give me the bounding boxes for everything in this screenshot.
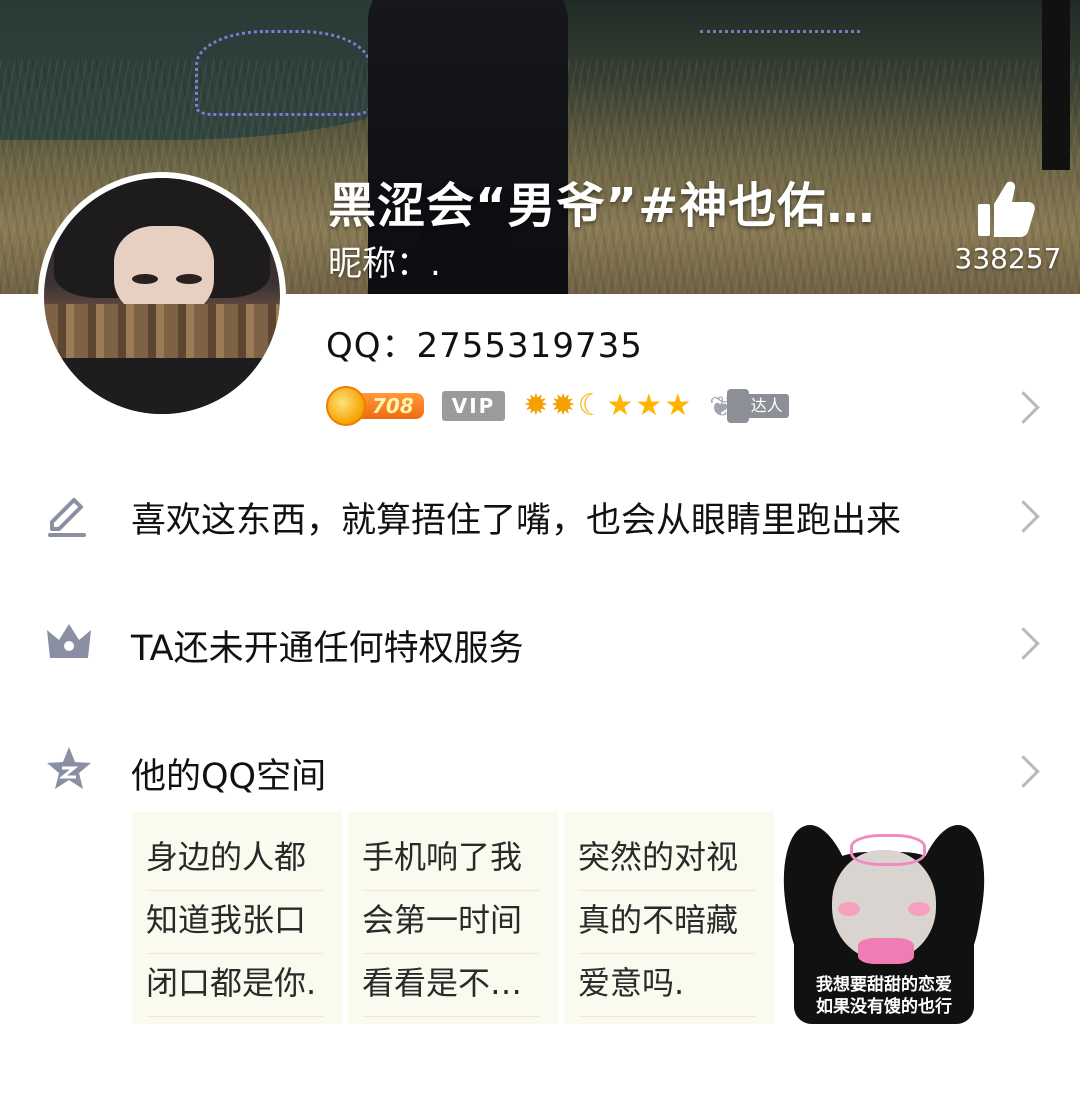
signature-text: 喜欢这东西，就算捂住了嘴，也会从眼睛里跑出来 (131, 501, 902, 541)
cover-lights-right (700, 0, 860, 33)
meme-cheek (908, 902, 930, 916)
qzone-post-line: 身边的人都 (146, 828, 324, 891)
avatar-scarf (44, 304, 280, 364)
moon-icon: ☾ (577, 388, 605, 423)
like-button[interactable] (962, 176, 1042, 240)
qq-level-icons[interactable]: ✹ ✹ ☾ ★ ★ ★ (523, 389, 691, 423)
profile-title: 黑涩会“男爷”#神也佑… (328, 178, 876, 234)
level-badge[interactable]: 708 (326, 386, 424, 426)
talent-label: 达人 (744, 394, 789, 418)
badge-row[interactable]: 708 VIP ✹ ✹ ☾ ★ ★ ★ ❦ 达人 (326, 384, 789, 428)
level-number: 708 (356, 393, 424, 419)
chevron-right-icon[interactable] (1007, 755, 1040, 788)
meme-caption: 我想要甜甜的恋爱 如果没有馊的也行 (780, 974, 988, 1018)
qzone-post-line: 知道我张口 (146, 891, 324, 954)
avatar[interactable] (38, 172, 286, 420)
qzone-post-line: 会第一时间 (362, 891, 540, 954)
qzone-post-line: 看看是不… (362, 954, 540, 1017)
sun-icon: ✹ (523, 388, 549, 423)
avatar-eye-right (176, 274, 202, 284)
coin-icon (326, 386, 366, 426)
pencil-icon (48, 498, 86, 537)
sun-icon: ✹ (550, 388, 576, 423)
qzone-post-card[interactable]: 突然的对视 真的不暗藏 爱意吗. (564, 812, 774, 1024)
cover-lamp-post (1042, 0, 1070, 170)
cover-lights (195, 30, 371, 116)
like-count: 338257 (954, 242, 1062, 275)
qzone-post-line: 真的不暗藏 (578, 891, 756, 954)
meme-cheek (838, 902, 860, 916)
qzone-post-card[interactable]: 身边的人都 知道我张口 闭口都是你. (132, 812, 342, 1024)
qzone-post-line: 爱意吗. (578, 954, 756, 1017)
meme-bow (850, 834, 926, 866)
meme-caption-line: 如果没有馊的也行 (816, 997, 952, 1017)
qzone-text: 他的QQ空间 (131, 757, 327, 797)
vip-badge[interactable]: VIP (441, 391, 506, 421)
qzone-post-line: 突然的对视 (578, 828, 756, 891)
qzone-post-line: 手机响了我 (362, 828, 540, 891)
star-icon: ★ (664, 388, 692, 423)
profile-nickname: 昵称：. (328, 244, 441, 284)
qzone-preview[interactable]: 身边的人都 知道我张口 闭口都是你. 手机响了我 会第一时间 看看是不… 突然的… (132, 812, 988, 1024)
star-icon: ★ (606, 388, 634, 423)
meme-caption-line: 我想要甜甜的恋爱 (816, 975, 952, 995)
qzone-meme-image[interactable]: 我想要甜甜的恋爱 如果没有馊的也行 (780, 812, 988, 1024)
talent-badge[interactable]: ❦ 达人 (709, 386, 789, 426)
crown-icon (47, 624, 91, 658)
chevron-right-icon[interactable] (1007, 500, 1040, 533)
qzone-post-line: 闭口都是你. (146, 954, 324, 1017)
star-icon: ★ (635, 388, 663, 423)
phone-icon (726, 389, 749, 423)
avatar-coat (44, 358, 280, 414)
avatar-face (114, 226, 214, 316)
chevron-right-icon[interactable] (1007, 391, 1040, 424)
avatar-photo (44, 178, 280, 414)
qq-number: QQ：2755319735 (326, 326, 643, 366)
avatar-eye-left (132, 274, 158, 284)
qzone-star-icon (47, 747, 91, 789)
qzone-post-card[interactable]: 手机响了我 会第一时间 看看是不… (348, 812, 558, 1024)
privilege-text: TA还未开通任何特权服务 (131, 629, 524, 669)
thumbs-up-icon (978, 181, 1035, 237)
meme-bowtie (858, 938, 914, 964)
chevron-right-icon[interactable] (1007, 627, 1040, 660)
